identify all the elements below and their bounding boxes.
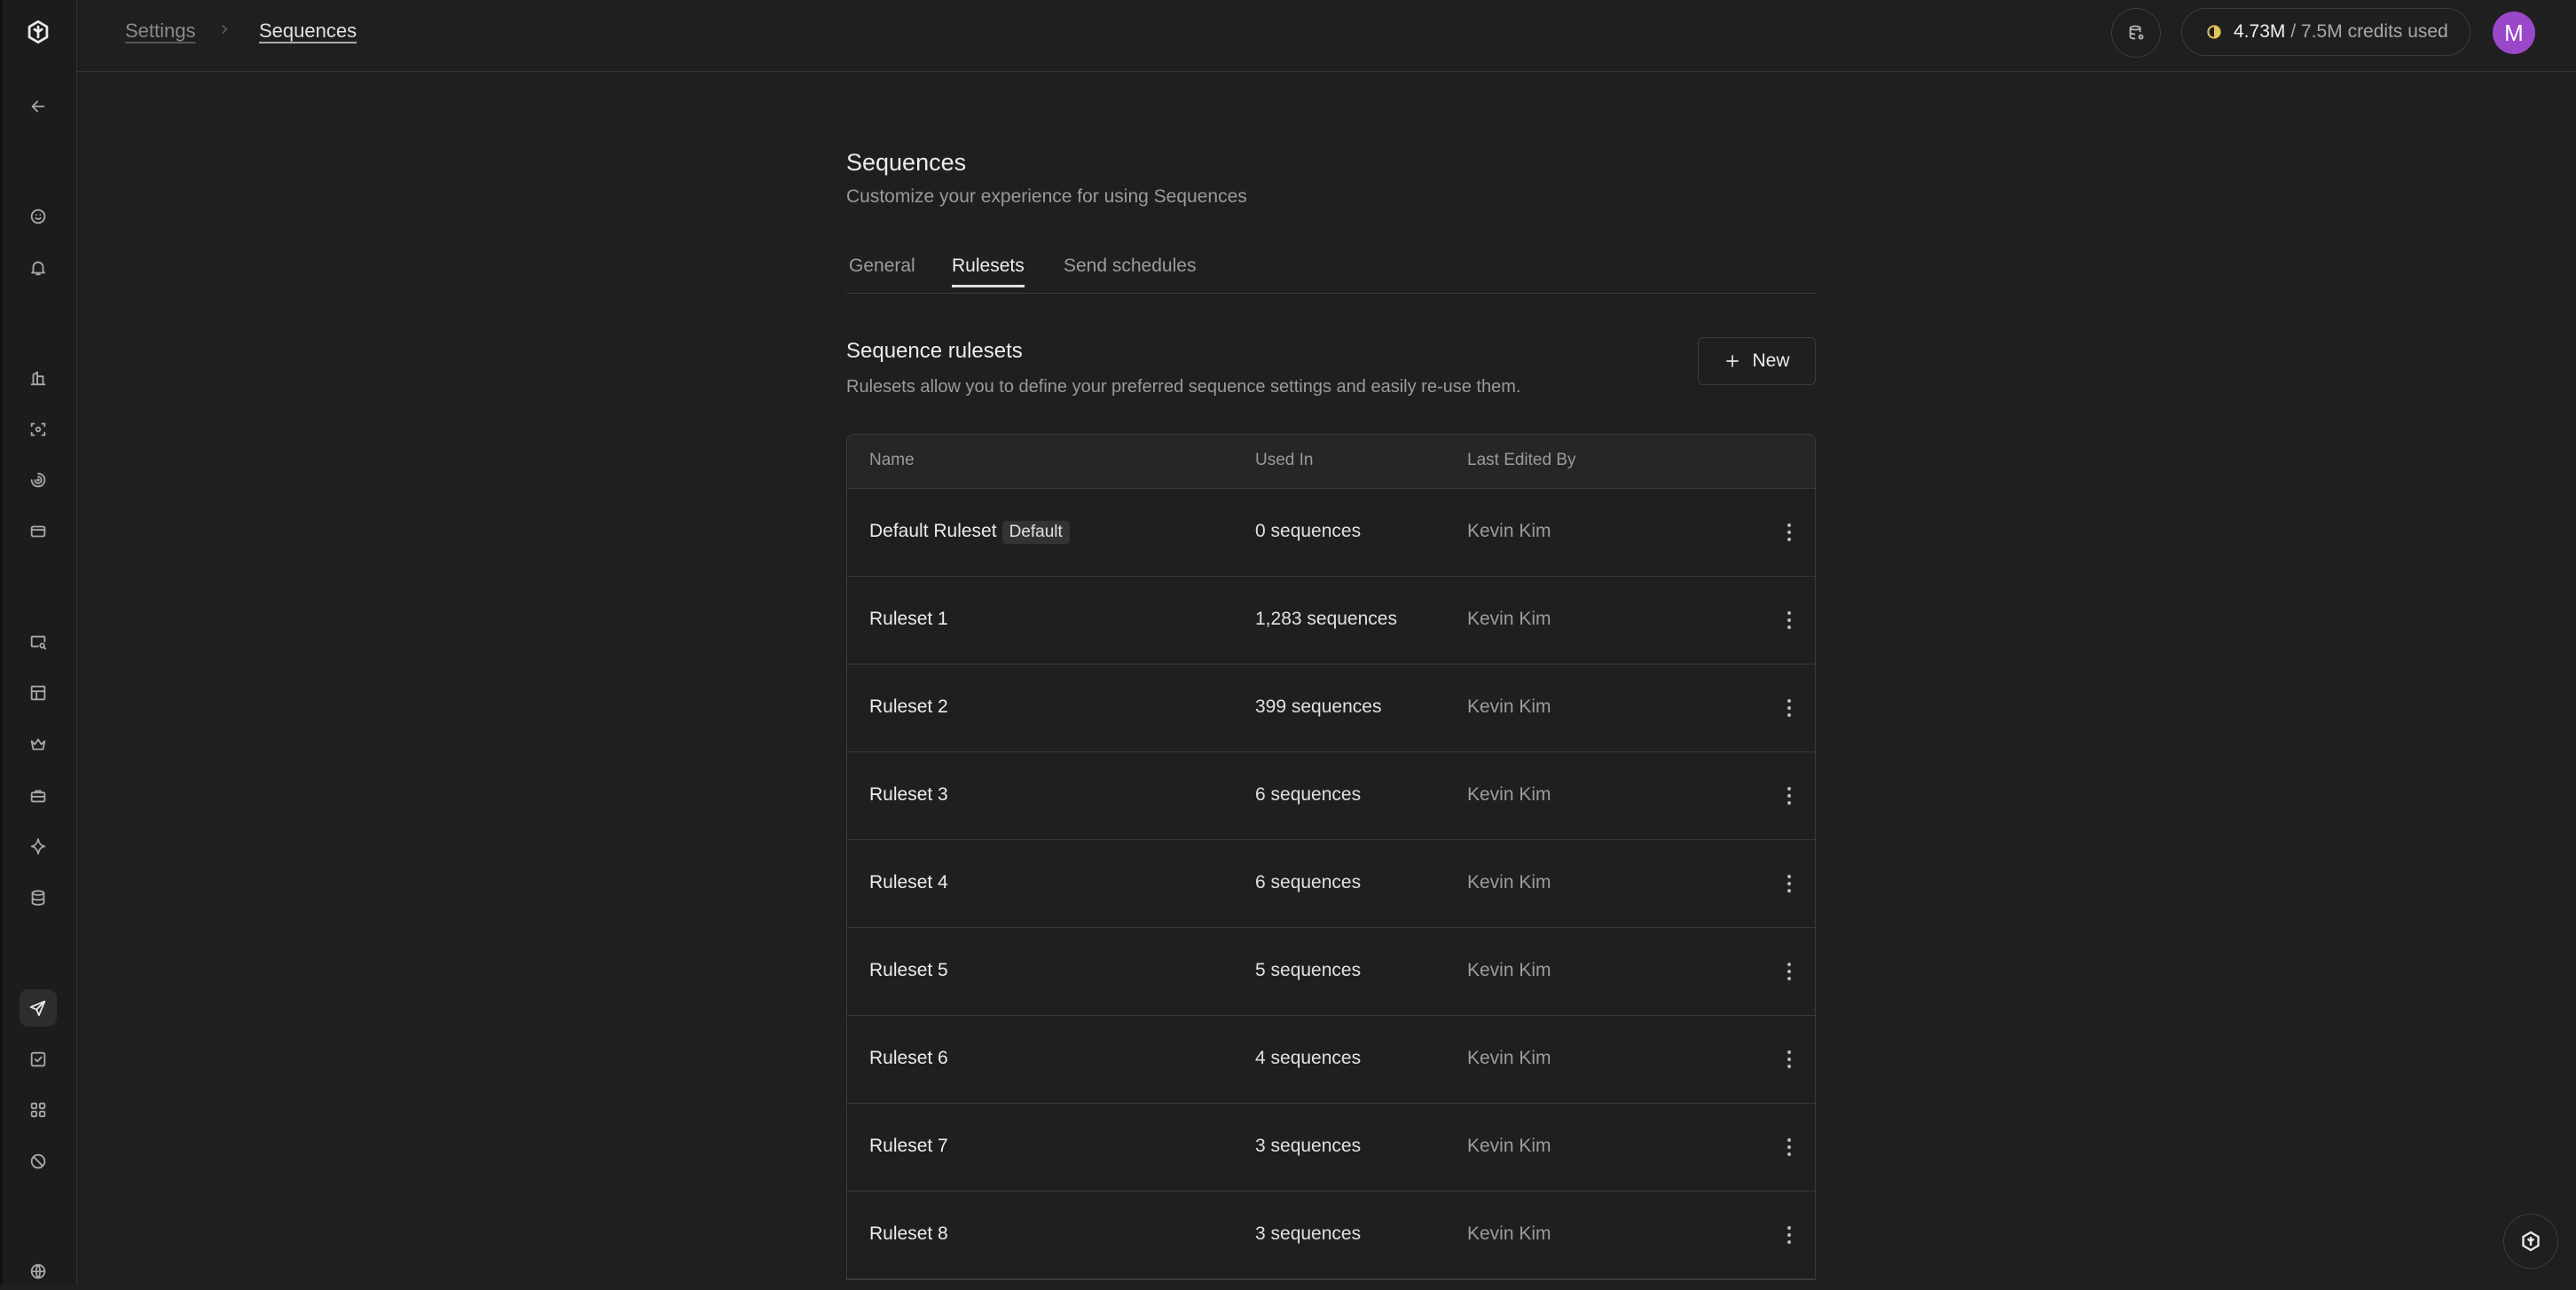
building-icon[interactable] bbox=[20, 359, 57, 397]
table-row[interactable]: Ruleset 1 1,283 sequences Kevin Kim bbox=[847, 577, 1815, 665]
sidebar-edge bbox=[0, 0, 3, 1285]
section-subtitle: Rulesets allow you to define your prefer… bbox=[846, 377, 1521, 397]
used-in-cell: 5 sequences bbox=[1255, 960, 1362, 980]
ruleset-name: Ruleset 6 bbox=[869, 1048, 948, 1068]
edited-by-cell: Kevin Kim bbox=[1467, 521, 1551, 541]
block-icon[interactable] bbox=[20, 1143, 57, 1180]
breadcrumb-current[interactable]: Sequences bbox=[259, 20, 357, 43]
table-row[interactable]: Ruleset 7 3 sequences Kevin Kim bbox=[847, 1104, 1815, 1192]
bell-icon[interactable] bbox=[20, 249, 57, 287]
edited-by-cell: Kevin Kim bbox=[1467, 784, 1551, 805]
page-title: Sequences bbox=[846, 149, 967, 176]
coin-icon bbox=[2207, 25, 2221, 39]
more-options-icon[interactable] bbox=[1780, 1223, 1798, 1247]
section-title: Sequence rulesets bbox=[846, 339, 1023, 363]
table-row[interactable]: Ruleset 8 3 sequences Kevin Kim bbox=[847, 1192, 1815, 1279]
column-header-last-edited-by: Last Edited By bbox=[1467, 451, 1576, 469]
more-options-icon[interactable] bbox=[1780, 1136, 1798, 1159]
used-in-cell: 3 sequences bbox=[1255, 1223, 1362, 1244]
ruleset-name: Ruleset 8 bbox=[869, 1223, 948, 1244]
chevron-right-icon bbox=[216, 21, 232, 37]
page-subtitle: Customize your experience for using Sequ… bbox=[846, 186, 1247, 207]
sparkle-icon[interactable] bbox=[20, 828, 57, 865]
table-header: Name Used In Last Edited By bbox=[847, 435, 1815, 489]
used-in-cell: 1,283 sequences bbox=[1255, 609, 1397, 629]
grid-table-icon[interactable] bbox=[20, 674, 57, 712]
card-icon[interactable] bbox=[20, 513, 57, 550]
edited-by-cell: Kevin Kim bbox=[1467, 1136, 1551, 1156]
avatar[interactable]: M bbox=[2493, 12, 2535, 54]
briefcase-icon[interactable] bbox=[20, 777, 57, 814]
ruleset-name: Ruleset 3 bbox=[869, 784, 948, 805]
default-badge: Default bbox=[1001, 521, 1070, 544]
edited-by-cell: Kevin Kim bbox=[1467, 696, 1551, 717]
crown-icon[interactable] bbox=[20, 726, 57, 763]
rulesets-table: Name Used In Last Edited By Default Rule… bbox=[846, 434, 1816, 1280]
more-options-icon[interactable] bbox=[1780, 872, 1798, 895]
breadcrumb-settings[interactable]: Settings bbox=[125, 20, 196, 43]
ruleset-name: Ruleset 2 bbox=[869, 696, 948, 717]
table-row[interactable]: Ruleset 3 6 sequences Kevin Kim bbox=[847, 752, 1815, 840]
table-row[interactable]: Ruleset 5 5 sequences Kevin Kim bbox=[847, 928, 1815, 1016]
table-row[interactable]: Default Ruleset Default 0 sequences Kevin… bbox=[847, 489, 1815, 577]
table-row[interactable]: Ruleset 2 399 sequences Kevin Kim bbox=[847, 665, 1815, 752]
used-in-cell: 0 sequences bbox=[1255, 521, 1362, 541]
target-icon[interactable] bbox=[20, 461, 57, 499]
table-row[interactable]: Ruleset 4 6 sequences Kevin Kim bbox=[847, 840, 1815, 928]
ruleset-name-cell: Default Ruleset Default bbox=[869, 521, 1070, 544]
send-icon[interactable] bbox=[20, 989, 57, 1026]
edited-by-cell: Kevin Kim bbox=[1467, 872, 1551, 893]
more-options-icon[interactable] bbox=[1780, 521, 1798, 544]
ruleset-name: Default Ruleset bbox=[869, 521, 997, 541]
edited-by-cell: Kevin Kim bbox=[1467, 1223, 1551, 1244]
ruleset-name: Ruleset 1 bbox=[869, 609, 948, 629]
logo-icon bbox=[2522, 1231, 2540, 1252]
new-button-label: New bbox=[1752, 350, 1790, 371]
edited-by-cell: Kevin Kim bbox=[1467, 960, 1551, 980]
used-in-cell: 4 sequences bbox=[1255, 1048, 1362, 1068]
scan-icon[interactable] bbox=[20, 411, 57, 448]
column-header-used-in: Used In bbox=[1255, 451, 1314, 469]
logo-icon[interactable] bbox=[20, 13, 57, 51]
edited-by-cell: Kevin Kim bbox=[1467, 609, 1551, 629]
apps-icon[interactable] bbox=[20, 1091, 57, 1129]
help-launcher-button[interactable] bbox=[2503, 1214, 2558, 1269]
used-in-cell: 6 sequences bbox=[1255, 784, 1362, 805]
used-in-cell: 399 sequences bbox=[1255, 696, 1382, 717]
more-options-icon[interactable] bbox=[1780, 609, 1798, 632]
credits-usage-pill[interactable]: 4.73M / 7.5M credits used bbox=[2181, 8, 2470, 56]
smiley-icon[interactable] bbox=[20, 198, 57, 235]
more-options-icon[interactable] bbox=[1780, 696, 1798, 720]
used-in-cell: 3 sequences bbox=[1255, 1136, 1362, 1156]
column-header-name: Name bbox=[869, 451, 915, 469]
ruleset-name: Ruleset 4 bbox=[869, 872, 948, 893]
edited-by-cell: Kevin Kim bbox=[1467, 1048, 1551, 1068]
more-options-icon[interactable] bbox=[1780, 1048, 1798, 1071]
tab-rulesets[interactable]: Rulesets bbox=[952, 256, 1025, 287]
database-icon[interactable] bbox=[20, 879, 57, 916]
search-screen-icon[interactable] bbox=[20, 624, 57, 661]
more-options-icon[interactable] bbox=[1780, 960, 1798, 983]
database-gear-icon bbox=[2129, 25, 2144, 40]
back-arrow-icon[interactable] bbox=[20, 88, 57, 125]
left-sidebar bbox=[0, 0, 77, 1285]
more-options-icon[interactable] bbox=[1780, 784, 1798, 807]
settings-tabs: General Rulesets Send schedules bbox=[846, 252, 1816, 294]
ruleset-name: Ruleset 5 bbox=[869, 960, 948, 980]
credits-total: / 7.5M credits used bbox=[2290, 21, 2448, 42]
database-settings-button[interactable] bbox=[2111, 8, 2161, 58]
plus-icon bbox=[1726, 355, 1740, 367]
tab-send-schedules[interactable]: Send schedules bbox=[1064, 256, 1196, 287]
used-in-cell: 6 sequences bbox=[1255, 872, 1362, 893]
credits-used: 4.73M bbox=[2234, 21, 2286, 42]
checkbox-icon[interactable] bbox=[20, 1041, 57, 1078]
ruleset-name: Ruleset 7 bbox=[869, 1136, 948, 1156]
tab-general[interactable]: General bbox=[849, 256, 915, 287]
table-row[interactable]: Ruleset 6 4 sequences Kevin Kim bbox=[847, 1016, 1815, 1104]
new-ruleset-button[interactable]: New bbox=[1698, 337, 1816, 385]
